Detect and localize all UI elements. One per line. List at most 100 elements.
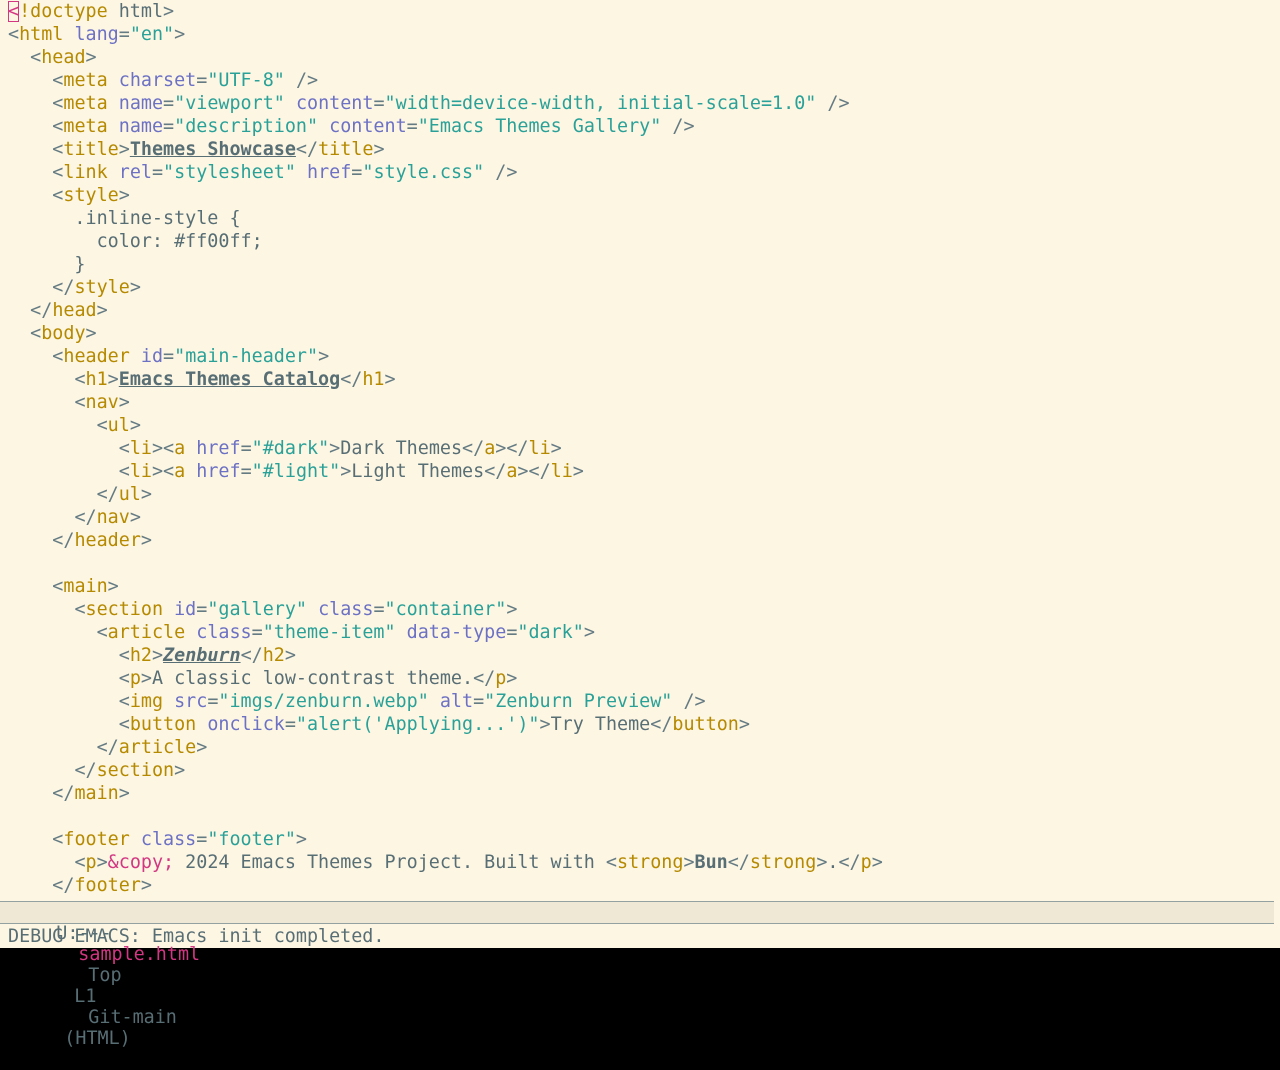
code-line[interactable]: <link rel="stylesheet" href="style.css" … <box>8 161 1274 184</box>
code-line[interactable]: </header> <box>8 529 1274 552</box>
code-line[interactable]: <main> <box>8 575 1274 598</box>
code-line[interactable]: <nav> <box>8 391 1274 414</box>
code-token: name <box>118 116 164 137</box>
code-line[interactable]: <p>&copy; 2024 Emacs Themes Project. Bui… <box>8 851 1274 874</box>
code-token: title <box>63 139 119 160</box>
code-line[interactable]: <footer class="footer"> <box>8 828 1274 851</box>
code-line[interactable]: <section id="gallery" class="container"> <box>8 598 1274 621</box>
code-token: li <box>129 438 152 459</box>
code-line[interactable]: color: #ff00ff; <box>8 230 1274 253</box>
code-token: section <box>85 599 164 620</box>
code-token: main <box>74 783 119 804</box>
code-token: "footer" <box>207 829 296 850</box>
code-token: > <box>107 369 119 390</box>
code-line[interactable]: <img src="imgs/zenburn.webp" alt="Zenbur… <box>8 690 1274 713</box>
code-token: nav <box>96 507 130 528</box>
code-line[interactable]: </nav> <box>8 506 1274 529</box>
code-token: = <box>251 622 263 643</box>
code-token: < <box>8 24 20 45</box>
code-line[interactable]: <html lang="en"> <box>8 23 1274 46</box>
editor-buffer[interactable]: <!doctype html> <html lang="en"> <head> <… <box>8 0 1274 900</box>
code-token: = <box>406 116 418 137</box>
code-line[interactable]: <title>Themes Showcase</title> <box>8 138 1274 161</box>
code-line[interactable]: <!doctype html> <box>8 0 1274 23</box>
code-token: > <box>118 392 130 413</box>
code-line[interactable]: <meta charset="UTF-8" /> <box>8 69 1274 92</box>
code-line[interactable]: <li><a href="#dark">Dark Themes</a></li> <box>8 437 1274 460</box>
code-token: class <box>140 829 197 850</box>
code-token: content <box>329 116 407 137</box>
code-token: p <box>85 852 97 873</box>
code-token: < <box>96 622 108 643</box>
code-token: </ <box>96 737 119 758</box>
code-line[interactable]: <meta name="viewport" content="width=dev… <box>8 92 1274 115</box>
code-line[interactable]: </head> <box>8 299 1274 322</box>
code-token: = <box>163 93 175 114</box>
vc-branch[interactable]: Git-main <box>88 1007 177 1028</box>
code-line[interactable]: <h1>Emacs Themes Catalog</h1> <box>8 368 1274 391</box>
code-token: < <box>118 438 130 459</box>
code-token: article <box>107 622 186 643</box>
code-token: ul <box>107 415 130 436</box>
code-token: href <box>307 162 352 183</box>
code-token: ></ <box>495 438 529 459</box>
echo-area: DEBUG EMACS: Emacs init completed. <box>8 926 385 947</box>
code-token: > <box>85 47 97 68</box>
code-token: "gallery" <box>207 599 307 620</box>
code-token: li <box>129 461 152 482</box>
code-line[interactable]: </style> <box>8 276 1274 299</box>
code-token: a <box>484 438 496 459</box>
code-token: < <box>605 852 617 873</box>
code-token: 2024 Emacs Themes Project. Built with <box>174 852 606 873</box>
code-line[interactable]: <header id="main-header"> <box>8 345 1274 368</box>
code-token: < <box>30 323 42 344</box>
major-mode[interactable]: (HTML) <box>64 1028 130 1049</box>
code-token: "style.css" <box>362 162 485 183</box>
code-token: button <box>672 714 739 735</box>
code-line[interactable]: <li><a href="#light">Light Themes</a></l… <box>8 460 1274 483</box>
code-line[interactable]: <h2>Zenburn</h2> <box>8 644 1274 667</box>
code-token: </ <box>74 507 97 528</box>
code-line[interactable]: <ul> <box>8 414 1274 437</box>
code-line[interactable]: </ul> <box>8 483 1274 506</box>
code-token: class <box>318 599 374 620</box>
code-line[interactable]: <style> <box>8 184 1274 207</box>
code-token: "theme-item" <box>262 622 396 643</box>
code-token: < <box>52 93 64 114</box>
code-token: < <box>52 576 64 597</box>
code-line[interactable]: </section> <box>8 759 1274 782</box>
code-token: Try Theme <box>550 714 651 735</box>
code-line[interactable]: <head> <box>8 46 1274 69</box>
code-token: >< <box>151 438 175 459</box>
code-line[interactable]: <p>A classic low-contrast theme.</p> <box>8 667 1274 690</box>
code-token: h1 <box>85 369 108 390</box>
code-line[interactable]: <article class="theme-item" data-type="d… <box>8 621 1274 644</box>
code-line[interactable]: <button onclick="alert('Applying...')">T… <box>8 713 1274 736</box>
code-token: a <box>506 461 518 482</box>
code-token: > <box>550 438 562 459</box>
code-line[interactable]: </main> <box>8 782 1274 805</box>
code-line[interactable]: </footer> <box>8 874 1274 897</box>
code-token: </ <box>74 760 97 781</box>
code-line[interactable] <box>8 805 1274 828</box>
code-line[interactable] <box>8 552 1274 575</box>
code-token: > <box>96 852 108 873</box>
code-line[interactable]: </article> <box>8 736 1274 759</box>
code-line[interactable]: <body> <box>8 322 1274 345</box>
code-line[interactable]: .inline-style { <box>8 207 1274 230</box>
code-line[interactable]: } <box>8 253 1274 276</box>
code-line[interactable]: <meta name="description" content="Emacs … <box>8 115 1274 138</box>
